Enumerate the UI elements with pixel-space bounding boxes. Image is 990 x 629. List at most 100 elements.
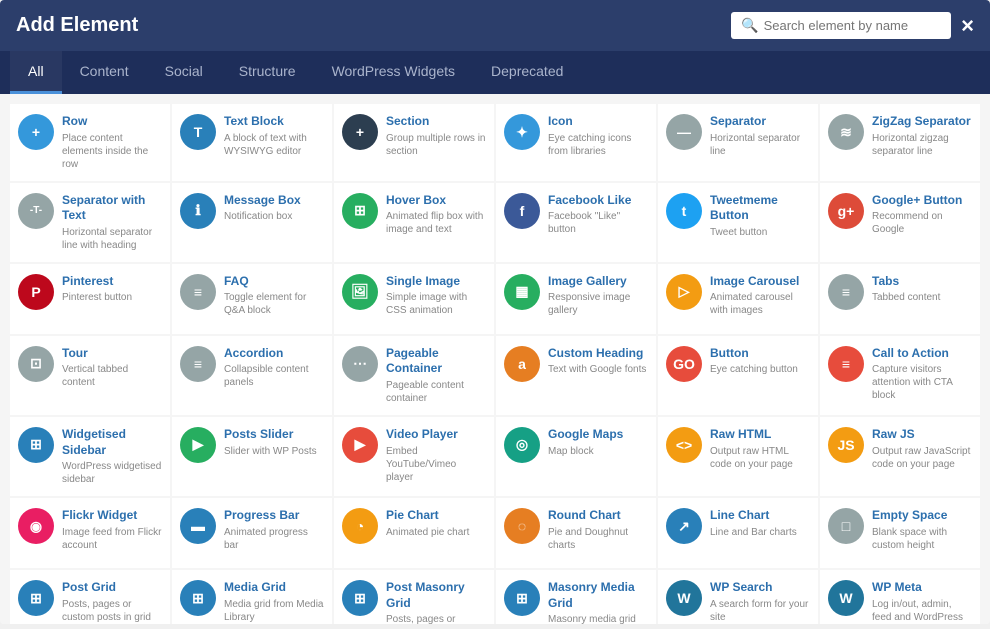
element-info: Google MapsMap block <box>548 427 648 458</box>
element-info: Raw HTMLOutput raw HTML code on your pag… <box>710 427 810 471</box>
element-info: TourVertical tabbed content <box>62 346 162 390</box>
element-desc: Pie and Doughnut charts <box>548 526 648 552</box>
element-card[interactable]: ◉Flickr WidgetImage feed from Flickr acc… <box>10 498 170 568</box>
element-card[interactable]: ▶Posts SliderSlider with WP Posts <box>172 417 332 496</box>
element-desc: Map block <box>548 445 648 458</box>
element-card[interactable]: □Empty SpaceBlank space with custom heig… <box>820 498 980 568</box>
element-info: WP SearchA search form for your site <box>710 580 810 624</box>
element-card[interactable]: -T-Separator with TextHorizontal separat… <box>10 183 170 262</box>
element-name: ZigZag Separator <box>872 114 972 130</box>
tab-all[interactable]: All <box>10 51 62 94</box>
element-desc: Place content elements inside the row <box>62 132 162 171</box>
element-name: Image Carousel <box>710 274 810 290</box>
tab-social[interactable]: Social <box>147 51 221 94</box>
element-name: Message Box <box>224 193 324 209</box>
element-name: Tabs <box>872 274 972 290</box>
element-card[interactable]: +SectionGroup multiple rows in section <box>334 104 494 181</box>
element-icon: -T- <box>18 193 54 229</box>
element-card[interactable]: ⊞Widgetised SidebarWordPress widgetised … <box>10 417 170 496</box>
element-card[interactable]: ⊞Masonry Media GridMasonry media grid fr… <box>496 570 656 624</box>
element-card[interactable]: ⊞Post GridPosts, pages or custom posts i… <box>10 570 170 624</box>
element-card[interactable]: <>Raw HTMLOutput raw HTML code on your p… <box>658 417 818 496</box>
element-card[interactable]: ⊞Post Masonry GridPosts, pages or custom… <box>334 570 494 624</box>
search-box[interactable]: 🔍 <box>731 12 951 39</box>
tab-structure[interactable]: Structure <box>221 51 314 94</box>
element-card[interactable]: ℹMessage BoxNotification box <box>172 183 332 262</box>
element-card[interactable]: fFacebook LikeFacebook "Like" button <box>496 183 656 262</box>
element-card[interactable]: ▦Image GalleryResponsive image gallery <box>496 264 656 334</box>
element-card[interactable]: ≡AccordionCollapsible content panels <box>172 336 332 415</box>
element-card[interactable]: ◔Pie ChartAnimated pie chart <box>334 498 494 568</box>
tab-wp-widgets[interactable]: WordPress Widgets <box>314 51 473 94</box>
element-card[interactable]: ▷Image CarouselAnimated carousel with im… <box>658 264 818 334</box>
element-icon: ◉ <box>18 508 54 544</box>
element-card[interactable]: GOButtonEye catching button <box>658 336 818 415</box>
element-card[interactable]: ▶Video PlayerEmbed YouTube/Vimeo player <box>334 417 494 496</box>
element-card[interactable]: 🖼Single ImageSimple image with CSS anima… <box>334 264 494 334</box>
element-name: Raw JS <box>872 427 972 443</box>
element-card[interactable]: JSRaw JSOutput raw JavaScript code on yo… <box>820 417 980 496</box>
element-name: WP Meta <box>872 580 972 596</box>
element-info: Google+ ButtonRecommend on Google <box>872 193 972 237</box>
element-card[interactable]: PPinterestPinterest button <box>10 264 170 334</box>
element-desc: Simple image with CSS animation <box>386 291 486 317</box>
element-card[interactable]: tTweetmeme ButtonTweet button <box>658 183 818 262</box>
element-card[interactable]: ≡TabsTabbed content <box>820 264 980 334</box>
tab-content[interactable]: Content <box>62 51 147 94</box>
element-desc: Eye catching button <box>710 363 810 376</box>
element-name: Widgetised Sidebar <box>62 427 162 458</box>
element-card[interactable]: ≋ZigZag SeparatorHorizontal zigzag separ… <box>820 104 980 181</box>
element-desc: Recommend on Google <box>872 210 972 236</box>
element-desc: Facebook "Like" button <box>548 210 648 236</box>
element-card[interactable]: WWP MetaLog in/out, admin, feed and Word… <box>820 570 980 624</box>
element-info: Custom HeadingText with Google fonts <box>548 346 648 377</box>
element-card[interactable]: ◌Round ChartPie and Doughnut charts <box>496 498 656 568</box>
element-card[interactable]: g+Google+ ButtonRecommend on Google <box>820 183 980 262</box>
element-card[interactable]: TText BlockA block of text with WYSIWYG … <box>172 104 332 181</box>
element-icon: ⊞ <box>342 193 378 229</box>
element-info: Masonry Media GridMasonry media grid fro… <box>548 580 648 624</box>
element-info: Line ChartLine and Bar charts <box>710 508 810 539</box>
element-card[interactable]: ⋯Pageable ContainerPageable content cont… <box>334 336 494 415</box>
element-icon: a <box>504 346 540 382</box>
element-desc: Pageable content container <box>386 379 486 405</box>
element-name: Icon <box>548 114 648 130</box>
element-card[interactable]: ✦IconEye catching icons from libraries <box>496 104 656 181</box>
add-element-modal: Add Element 🔍 × AllContentSocialStructur… <box>0 0 990 624</box>
element-icon: f <box>504 193 540 229</box>
element-card[interactable]: ↗Line ChartLine and Bar charts <box>658 498 818 568</box>
element-desc: A block of text with WYSIWYG editor <box>224 132 324 158</box>
elements-grid: +RowPlace content elements inside the ro… <box>10 104 980 624</box>
element-card[interactable]: +RowPlace content elements inside the ro… <box>10 104 170 181</box>
element-card[interactable]: ≡FAQToggle element for Q&A block <box>172 264 332 334</box>
element-card[interactable]: ≡Call to ActionCapture visitors attentio… <box>820 336 980 415</box>
element-info: Raw JSOutput raw JavaScript code on your… <box>872 427 972 471</box>
modal-header: Add Element 🔍 × <box>0 0 990 51</box>
element-name: WP Search <box>710 580 810 596</box>
element-card[interactable]: ◎Google MapsMap block <box>496 417 656 496</box>
element-icon: □ <box>828 508 864 544</box>
element-icon: P <box>18 274 54 310</box>
element-icon: W <box>828 580 864 616</box>
element-card[interactable]: a Custom HeadingText with Google fonts <box>496 336 656 415</box>
element-name: Button <box>710 346 810 362</box>
element-desc: Tabbed content <box>872 291 972 304</box>
search-input[interactable] <box>764 18 942 33</box>
close-button[interactable]: × <box>961 15 974 37</box>
element-desc: Blank space with custom height <box>872 526 972 552</box>
element-name: Image Gallery <box>548 274 648 290</box>
element-icon: ⋯ <box>342 346 378 382</box>
element-desc: Slider with WP Posts <box>224 445 324 458</box>
element-card[interactable]: ⊞Media GridMedia grid from Media Library <box>172 570 332 624</box>
element-icon: T <box>180 114 216 150</box>
element-card[interactable]: ▬Progress BarAnimated progress bar <box>172 498 332 568</box>
element-icon: ◔ <box>342 508 378 544</box>
element-card[interactable]: WWP SearchA search form for your site <box>658 570 818 624</box>
element-card[interactable]: ⊞Hover BoxAnimated flip box with image a… <box>334 183 494 262</box>
element-card[interactable]: ⊡TourVertical tabbed content <box>10 336 170 415</box>
element-info: WP MetaLog in/out, admin, feed and WordP… <box>872 580 972 624</box>
element-card[interactable]: —SeparatorHorizontal separator line <box>658 104 818 181</box>
element-icon: ⊡ <box>18 346 54 382</box>
element-desc: WordPress widgetised sidebar <box>62 460 162 486</box>
tab-deprecated[interactable]: Deprecated <box>473 51 581 94</box>
